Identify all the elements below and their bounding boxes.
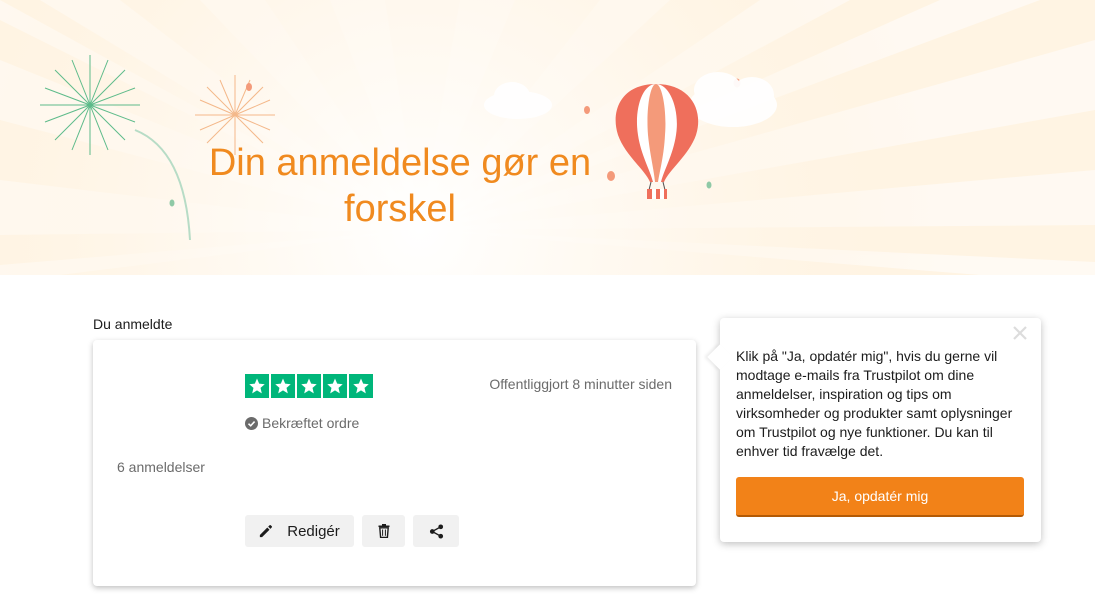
share-button[interactable]: [413, 515, 459, 547]
star-icon: [323, 374, 347, 398]
email-optin-popover: Klik på "Ja, opdatér mig", hvis du gerne…: [707, 318, 1041, 542]
close-icon[interactable]: [1011, 324, 1029, 342]
published-time: Offentliggjort 8 minutter siden: [489, 376, 672, 392]
check-circle-icon: [245, 416, 258, 430]
share-icon: [429, 523, 443, 539]
star-icon: [245, 374, 269, 398]
star-icon: [271, 374, 295, 398]
hero-banner: Din anmeldelse gør en forskel: [0, 0, 1095, 275]
review-card: Offentliggjort 8 minutter siden Bekræfte…: [93, 340, 696, 586]
page: Din anmeldelse gør en forskel Du anmeldt…: [0, 0, 1095, 597]
edit-button-label: Redigér: [287, 522, 340, 540]
review-actions: Redigér: [245, 515, 459, 547]
hero-title-line1: Din anmeldelse gør en: [208, 142, 592, 184]
star-rating: [245, 374, 373, 398]
star-icon: [349, 374, 373, 398]
popover-message: Klik på "Ja, opdatér mig", hvis du gerne…: [736, 348, 1013, 459]
review-count: 6 anmeldelser: [117, 459, 205, 475]
firework-green: [40, 55, 140, 155]
reviewed-label: Du anmeldte: [93, 316, 173, 332]
delete-button[interactable]: [362, 515, 405, 547]
popover-arrow: [707, 344, 733, 370]
verified-badge: Bekræftet ordre: [245, 415, 359, 431]
verified-label: Bekræftet ordre: [262, 415, 360, 431]
star-icon: [297, 374, 321, 398]
optin-button[interactable]: Ja, opdatér mig: [736, 477, 1024, 517]
edit-button[interactable]: Redigér: [245, 515, 354, 547]
pencil-icon: [260, 524, 273, 538]
hero-title: Din anmeldelse gør en forskel: [185, 140, 615, 232]
hero-title-line2: forskel: [344, 188, 456, 230]
trash-icon: [378, 524, 389, 538]
hero-illustration: [0, 0, 1095, 275]
